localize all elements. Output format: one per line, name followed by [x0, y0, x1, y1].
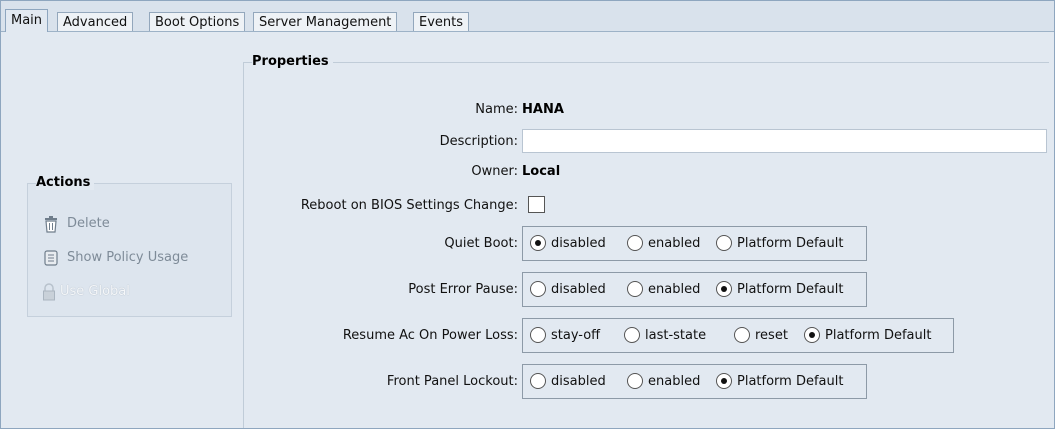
properties-title: Properties	[252, 54, 333, 69]
post-error-pause-option-disabled[interactable]: disabled	[530, 273, 606, 306]
quiet-boot-option-disabled[interactable]: disabled	[530, 227, 606, 260]
resume-ac-radio-group: stay-off last-state reset Platform Defau…	[522, 318, 954, 353]
resume-ac-option-stay-off[interactable]: stay-off	[530, 319, 600, 352]
use-global-label: Use Global	[60, 284, 130, 299]
lock-icon	[42, 282, 56, 301]
post-error-pause-radio-group: disabled enabled Platform Default	[522, 272, 867, 307]
resume-ac-option-platform-default[interactable]: Platform Default	[804, 319, 931, 352]
radio-button[interactable]	[530, 326, 546, 343]
delete-label: Delete	[67, 216, 110, 231]
use-global-action[interactable]: Use Global	[42, 281, 130, 303]
reboot-on-bios-change-checkbox[interactable]	[528, 196, 545, 213]
resume-ac-label: Resume Ac On Power Loss:	[342, 328, 518, 343]
tab-strip: Main Advanced Boot Options Server Manage…	[1, 1, 1054, 32]
post-error-pause-option-platform-default[interactable]: Platform Default	[716, 273, 843, 306]
post-error-pause-label: Post Error Pause:	[408, 282, 518, 297]
front-panel-lockout-radio-group: disabled enabled Platform Default	[522, 364, 867, 399]
tab-advanced[interactable]: Advanced	[57, 12, 134, 31]
tab-main[interactable]: Main	[5, 9, 49, 32]
bios-policy-window: Main Advanced Boot Options Server Manage…	[0, 0, 1055, 429]
actions-panel: Actions Delete Show Policy Usage Use Glo…	[27, 175, 232, 317]
quiet-boot-label: Quiet Boot:	[444, 236, 518, 251]
radio-button[interactable]	[804, 326, 820, 343]
description-label: Description:	[439, 134, 518, 149]
quiet-boot-option-enabled[interactable]: enabled	[627, 227, 700, 260]
radio-button[interactable]	[716, 234, 732, 251]
quiet-boot-option-platform-default[interactable]: Platform Default	[716, 227, 843, 260]
post-error-pause-option-enabled[interactable]: enabled	[627, 273, 700, 306]
trash-icon	[42, 215, 60, 233]
owner-value: Local	[522, 164, 561, 179]
radio-button[interactable]	[627, 372, 643, 389]
actions-title: Actions	[36, 175, 95, 190]
reboot-on-bios-change-label: Reboot on BIOS Settings Change:	[300, 198, 518, 213]
front-panel-lockout-label: Front Panel Lockout:	[386, 374, 518, 389]
main-tab-content: Actions Delete Show Policy Usage Use Glo…	[7, 39, 1049, 428]
radio-button[interactable]	[530, 372, 546, 389]
radio-button[interactable]	[624, 326, 640, 343]
resume-ac-option-reset[interactable]: reset	[734, 319, 788, 352]
front-panel-lockout-option-enabled[interactable]: enabled	[627, 365, 700, 398]
owner-label: Owner:	[471, 164, 518, 179]
radio-button[interactable]	[716, 372, 732, 389]
front-panel-lockout-option-disabled[interactable]: disabled	[530, 365, 606, 398]
quiet-boot-radio-group: disabled enabled Platform Default	[522, 226, 867, 261]
name-label: Name:	[475, 102, 518, 117]
tab-boot-options[interactable]: Boot Options	[149, 12, 246, 31]
radio-button[interactable]	[627, 234, 643, 251]
radio-button[interactable]	[530, 280, 546, 297]
resume-ac-option-last-state[interactable]: last-state	[624, 319, 706, 352]
front-panel-lockout-option-platform-default[interactable]: Platform Default	[716, 365, 843, 398]
description-input[interactable]	[522, 129, 1047, 153]
tab-events[interactable]: Events	[413, 12, 470, 31]
radio-button[interactable]	[627, 280, 643, 297]
show-policy-usage-label: Show Policy Usage	[67, 250, 189, 265]
show-policy-usage-action[interactable]: Show Policy Usage	[42, 247, 188, 269]
delete-action[interactable]: Delete	[42, 213, 110, 235]
policy-scroll-icon	[42, 249, 60, 267]
radio-button[interactable]	[530, 234, 546, 251]
radio-button[interactable]	[716, 280, 732, 297]
tab-server-management[interactable]: Server Management	[253, 12, 398, 31]
radio-button[interactable]	[734, 326, 750, 343]
name-value: HANA	[522, 102, 564, 117]
